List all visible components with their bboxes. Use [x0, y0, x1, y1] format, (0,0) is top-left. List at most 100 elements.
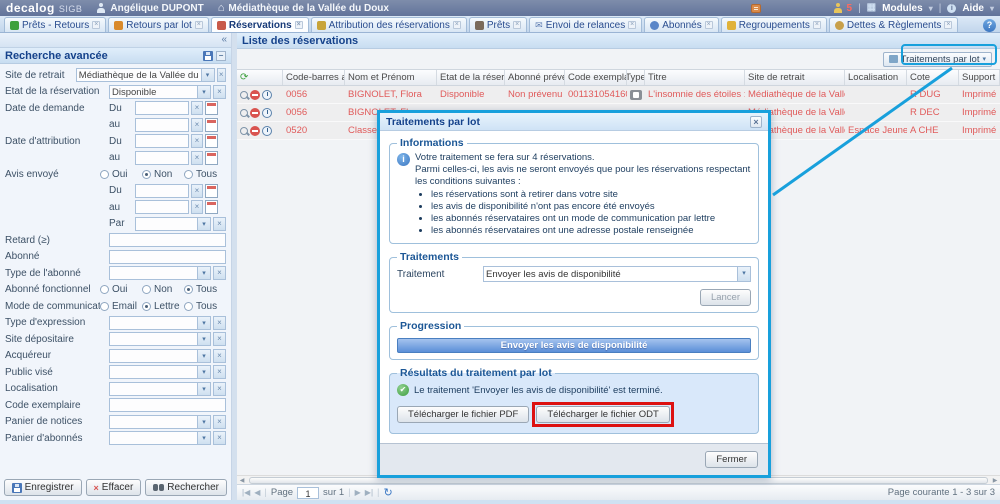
radio-tous[interactable]: Tous	[184, 284, 226, 295]
type-expression-select[interactable]: ▾	[109, 316, 211, 330]
scroll-right-icon[interactable]: ▶	[990, 477, 1000, 484]
panier-abonnes-select[interactable]: ▾	[109, 431, 211, 445]
download-pdf-button[interactable]: Télécharger le fichier PDF	[397, 406, 529, 423]
notification-icon[interactable]	[751, 4, 761, 13]
tab-close-icon[interactable]: ×	[92, 21, 100, 29]
save-search-icon[interactable]	[203, 51, 213, 61]
calendar-icon[interactable]	[205, 184, 218, 198]
etat-reservation-select[interactable]: Disponible▾	[109, 85, 211, 99]
current-user[interactable]: Angélique DUPONT	[96, 3, 203, 14]
first-page-icon[interactable]: |◀	[242, 488, 250, 497]
clear-icon[interactable]: ×	[191, 151, 203, 165]
avis-par-select[interactable]: ▾	[135, 217, 211, 231]
header-actions[interactable]: ⟳	[237, 70, 283, 85]
radio-oui[interactable]: Oui	[100, 169, 142, 180]
code-exemplaire-input[interactable]	[109, 398, 226, 412]
clear-field-icon[interactable]: ×	[213, 85, 226, 99]
header-nom-prenom[interactable]: Nom et Prénom	[345, 70, 437, 85]
radio-email[interactable]: Email	[100, 301, 142, 312]
collapse-panel-icon[interactable]: −	[216, 51, 226, 61]
delete-icon[interactable]	[250, 90, 260, 100]
tab-close-icon[interactable]: ×	[628, 21, 636, 29]
date-attribution-du-input[interactable]	[135, 134, 189, 148]
clear-icon[interactable]: ×	[191, 200, 203, 214]
chevron-down-icon[interactable]: ▾	[201, 69, 214, 81]
type-abonne-select[interactable]: ▾	[109, 266, 211, 280]
view-icon[interactable]	[240, 109, 248, 117]
traitement-select[interactable]: Envoyer les avis de disponibilité▾	[483, 266, 751, 282]
clear-field-icon[interactable]: ×	[213, 217, 226, 231]
clear-field-icon[interactable]: ×	[217, 68, 226, 82]
clear-button[interactable]: ×Effacer	[86, 479, 142, 496]
extend-icon[interactable]	[262, 108, 272, 118]
clear-field-icon[interactable]: ×	[213, 266, 226, 280]
delete-icon[interactable]	[250, 126, 260, 136]
header-cote[interactable]: Cote	[907, 70, 959, 85]
view-icon[interactable]	[240, 127, 248, 135]
radio-oui[interactable]: Oui	[100, 284, 142, 295]
tab-close-icon[interactable]: ×	[453, 21, 461, 29]
batch-processing-button[interactable]: Traitements par lot▾	[883, 52, 992, 67]
calendar-icon[interactable]	[205, 200, 218, 214]
site-depositaire-select[interactable]: ▾	[109, 332, 211, 346]
acquereur-select[interactable]: ▾	[109, 349, 211, 363]
header-code-barres[interactable]: Code-barres ab.	[283, 70, 345, 85]
calendar-icon[interactable]	[205, 118, 218, 132]
tab-retours-par-lot[interactable]: Retours par lot×	[108, 17, 209, 32]
download-odt-button[interactable]: Télécharger le fichier ODT	[536, 406, 669, 423]
radio-non[interactable]: Non	[142, 284, 184, 295]
modules-menu[interactable]: Modules	[882, 3, 923, 14]
header-titre[interactable]: Titre	[645, 70, 745, 85]
tab-reservations[interactable]: Réservations×	[211, 17, 309, 32]
localisation-select[interactable]: ▾	[109, 382, 211, 396]
collapse-sidebar-icon[interactable]: «	[221, 34, 227, 46]
table-row[interactable]: 0056 BIGNOLET, Flora Disponible Non prév…	[237, 86, 1000, 104]
chevron-down-icon[interactable]: ▾	[197, 267, 210, 279]
clear-icon[interactable]: ×	[191, 118, 203, 132]
close-button[interactable]: Fermer	[705, 451, 758, 468]
retard-input[interactable]	[109, 233, 226, 247]
delete-icon[interactable]	[250, 108, 260, 118]
calendar-icon[interactable]	[205, 101, 218, 115]
page-input[interactable]: 1	[297, 487, 319, 499]
clear-field-icon[interactable]: ×	[213, 332, 226, 346]
tab-prets-retours[interactable]: Prêts - Retours×	[4, 17, 106, 32]
header-etat[interactable]: Etat de la réservati...	[437, 70, 505, 85]
tab-close-icon[interactable]: ×	[705, 21, 713, 29]
header-site-retrait[interactable]: Site de retrait	[745, 70, 845, 85]
radio-tous[interactable]: Tous	[184, 301, 226, 312]
view-icon[interactable]	[240, 91, 248, 99]
chevron-down-icon[interactable]: ▾	[737, 267, 750, 281]
tab-close-icon[interactable]: ×	[813, 21, 821, 29]
abonne-input[interactable]	[109, 250, 226, 264]
tab-abonnes[interactable]: Abonnés×	[644, 17, 718, 32]
chevron-down-icon[interactable]: ▾	[197, 218, 210, 230]
radio-lettre[interactable]: Lettre	[142, 301, 184, 312]
calendar-icon[interactable]	[205, 151, 218, 165]
tab-dettes-reglements[interactable]: Dettes & Règlements×	[829, 17, 959, 32]
tab-attribution-reservations[interactable]: Attribution des réservations×	[311, 17, 467, 32]
contextual-help-icon[interactable]: ?	[983, 19, 996, 32]
tab-close-icon[interactable]: ×	[195, 21, 203, 29]
clear-field-icon[interactable]: ×	[213, 415, 226, 429]
close-icon[interactable]: ×	[750, 116, 762, 128]
chevron-down-icon[interactable]: ▾	[197, 350, 210, 362]
clear-icon[interactable]: ×	[191, 101, 203, 115]
header-code-exemplaire[interactable]: Code exemplaire	[565, 70, 627, 85]
last-page-icon[interactable]: ▶|	[365, 488, 373, 497]
extend-icon[interactable]	[262, 90, 272, 100]
clear-field-icon[interactable]: ×	[213, 316, 226, 330]
chevron-down-icon[interactable]: ▾	[197, 416, 210, 428]
next-page-icon[interactable]: ▶	[355, 488, 361, 497]
header-support[interactable]: Support	[959, 70, 1000, 85]
header-localisation[interactable]: Localisation	[845, 70, 907, 85]
subscribers-icon[interactable]	[833, 3, 843, 13]
save-button[interactable]: Enregistrer	[4, 479, 82, 496]
chevron-down-icon[interactable]: ▾	[197, 317, 210, 329]
tab-regroupements[interactable]: Regroupements×	[721, 17, 827, 32]
tab-close-icon[interactable]: ×	[944, 21, 952, 29]
chevron-down-icon[interactable]: ▾	[197, 366, 210, 378]
avis-au-input[interactable]	[135, 200, 189, 214]
chevron-down-icon[interactable]: ▾	[197, 333, 210, 345]
launch-button[interactable]: Lancer	[700, 289, 751, 306]
